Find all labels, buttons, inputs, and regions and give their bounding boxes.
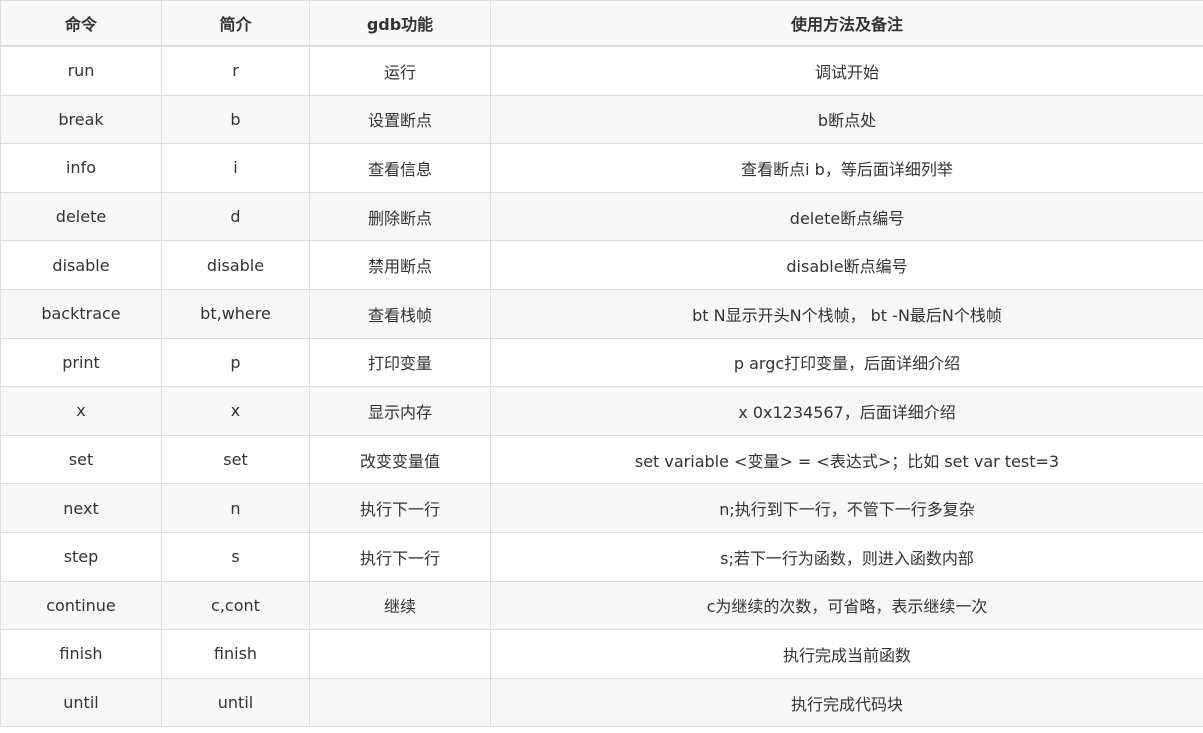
table-row: next n 执行下一行 n;执行到下一行，不管下一行多复杂: [0, 483, 1203, 533]
cell-usage: b断点处: [490, 94, 1203, 145]
cell-function: 查看栈帧: [309, 288, 491, 339]
cell-usage: 执行完成代码块: [490, 677, 1203, 728]
cell-short: disable: [161, 240, 310, 290]
table-header-row: 命令 简介 gdb功能 使用方法及备注: [0, 0, 1203, 47]
table-row: continue c,cont 继续 c为继续的次数，可省略，表示继续一次: [0, 580, 1203, 631]
cell-command: finish: [0, 629, 162, 679]
cell-short: n: [161, 483, 310, 533]
gdb-command-table: 命令 简介 gdb功能 使用方法及备注 run r 运行 调试开始 break …: [0, 0, 1203, 728]
table-row: x x 显示内存 x 0x1234567，后面详细介绍: [0, 386, 1203, 436]
table-row: break b 设置断点 b断点处: [0, 94, 1203, 145]
cell-usage: x 0x1234567，后面详细介绍: [490, 386, 1203, 436]
table-row: run r 运行 调试开始: [0, 45, 1203, 96]
cell-short: set: [161, 434, 310, 485]
table-row: delete d 删除断点 delete断点编号: [0, 191, 1203, 242]
cell-command: run: [0, 45, 162, 96]
cell-short: p: [161, 337, 310, 388]
cell-usage: set variable <变量> = <表达式>；比如 set var tes…: [490, 434, 1203, 485]
cell-command: disable: [0, 240, 162, 290]
cell-command: step: [0, 531, 162, 582]
cell-usage: 执行完成当前函数: [490, 629, 1203, 679]
cell-function: [309, 677, 491, 728]
cell-command: continue: [0, 580, 162, 631]
cell-short: s: [161, 531, 310, 582]
cell-usage: bt N显示开头N个栈帧， bt -N最后N个栈帧: [490, 288, 1203, 339]
table-row: set set 改变变量值 set variable <变量> = <表达式>；…: [0, 434, 1203, 485]
cell-command: print: [0, 337, 162, 388]
cell-usage: disable断点编号: [490, 240, 1203, 290]
table-row: disable disable 禁用断点 disable断点编号: [0, 240, 1203, 290]
cell-short: c,cont: [161, 580, 310, 631]
table-row: backtrace bt,where 查看栈帧 bt N显示开头N个栈帧， bt…: [0, 288, 1203, 339]
cell-command: delete: [0, 191, 162, 242]
cell-function: [309, 629, 491, 679]
cell-function: 继续: [309, 580, 491, 631]
cell-function: 运行: [309, 45, 491, 96]
cell-function: 显示内存: [309, 386, 491, 436]
cell-command: next: [0, 483, 162, 533]
cell-usage: n;执行到下一行，不管下一行多复杂: [490, 483, 1203, 533]
cell-command: set: [0, 434, 162, 485]
cell-usage: delete断点编号: [490, 191, 1203, 242]
cell-short: i: [161, 143, 310, 193]
header-usage: 使用方法及备注: [490, 0, 1203, 47]
cell-short: d: [161, 191, 310, 242]
cell-command: backtrace: [0, 288, 162, 339]
cell-command: x: [0, 386, 162, 436]
cell-function: 执行下一行: [309, 531, 491, 582]
cell-usage: 查看断点i b，等后面详细列举: [490, 143, 1203, 193]
cell-short: r: [161, 45, 310, 96]
cell-function: 打印变量: [309, 337, 491, 388]
cell-short: finish: [161, 629, 310, 679]
cell-function: 查看信息: [309, 143, 491, 193]
cell-short: x: [161, 386, 310, 436]
cell-short: b: [161, 94, 310, 145]
cell-usage: p argc打印变量，后面详细介绍: [490, 337, 1203, 388]
cell-usage: s;若下一行为函数，则进入函数内部: [490, 531, 1203, 582]
header-function: gdb功能: [309, 0, 491, 47]
header-short: 简介: [161, 0, 310, 47]
header-command: 命令: [0, 0, 162, 47]
cell-function: 禁用断点: [309, 240, 491, 290]
cell-usage: 调试开始: [490, 45, 1203, 96]
cell-short: until: [161, 677, 310, 728]
cell-command: break: [0, 94, 162, 145]
cell-command: until: [0, 677, 162, 728]
cell-function: 删除断点: [309, 191, 491, 242]
cell-short: bt,where: [161, 288, 310, 339]
table-row: print p 打印变量 p argc打印变量，后面详细介绍: [0, 337, 1203, 388]
table-row: step s 执行下一行 s;若下一行为函数，则进入函数内部: [0, 531, 1203, 582]
cell-usage: c为继续的次数，可省略，表示继续一次: [490, 580, 1203, 631]
table-row: finish finish 执行完成当前函数: [0, 629, 1203, 679]
table-row: info i 查看信息 查看断点i b，等后面详细列举: [0, 143, 1203, 193]
cell-command: info: [0, 143, 162, 193]
cell-function: 改变变量值: [309, 434, 491, 485]
table-row: until until 执行完成代码块: [0, 677, 1203, 728]
cell-function: 设置断点: [309, 94, 491, 145]
cell-function: 执行下一行: [309, 483, 491, 533]
